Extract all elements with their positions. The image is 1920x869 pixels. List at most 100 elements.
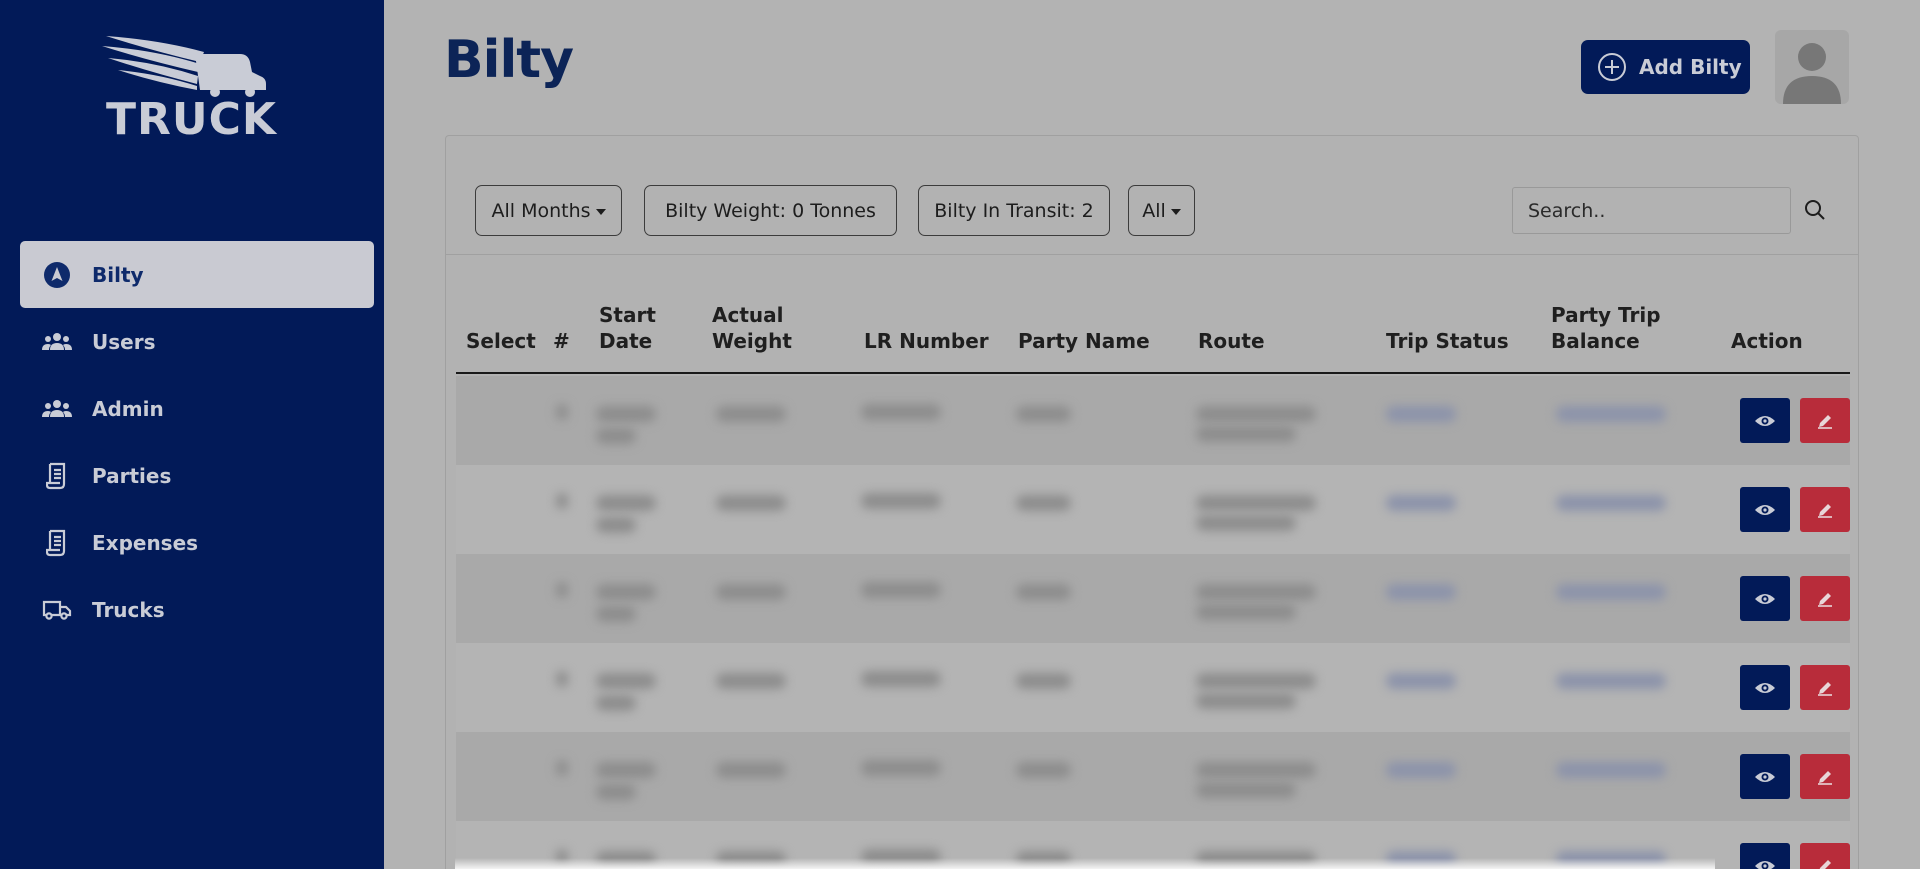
view-button[interactable] [1740, 665, 1790, 710]
bilty-in-transit-label: Bilty In Transit: 2 [934, 199, 1094, 222]
edit-button[interactable] [1800, 754, 1850, 799]
truck-logo-icon [102, 36, 266, 97]
col-actual-weight: Actual Weight [712, 303, 792, 353]
view-button[interactable] [1740, 576, 1790, 621]
month-filter-dropdown[interactable]: All Months [475, 185, 622, 236]
view-button[interactable] [1740, 398, 1790, 443]
redacted-cell [596, 762, 656, 778]
edit-button[interactable] [1800, 843, 1850, 869]
sidebar-item-label: Expenses [92, 530, 199, 555]
bilty-weight-label: Bilty Weight: 0 Tonnes [665, 199, 876, 222]
table-row[interactable] [456, 554, 1850, 643]
redacted-cell [716, 495, 786, 511]
redacted-cell [556, 760, 568, 776]
view-button[interactable] [1740, 843, 1790, 869]
edit-button[interactable] [1800, 576, 1850, 621]
redacted-cell [1196, 604, 1296, 620]
table-row[interactable] [456, 465, 1850, 554]
col-route: Route [1198, 329, 1265, 353]
redacted-cell [596, 406, 656, 422]
plus-circle-icon [1597, 52, 1627, 82]
table-row[interactable] [456, 376, 1850, 465]
filter-bar: All Months Bilty Weight: 0 Tonnes Bilty … [446, 136, 1858, 255]
page-title: Bilty [444, 30, 574, 90]
redacted-cell [861, 493, 941, 509]
caret-down-icon [595, 208, 606, 215]
table-row[interactable] [456, 732, 1850, 821]
search-icon[interactable] [1804, 199, 1826, 226]
redacted-cell [596, 784, 636, 800]
bottom-fade [455, 858, 1715, 869]
eye-icon [1755, 682, 1775, 693]
pencil-icon [1818, 681, 1832, 696]
eye-icon [1755, 593, 1775, 604]
redacted-cell [716, 762, 786, 778]
truck-logo[interactable]: TRUCK [100, 32, 290, 145]
document-icon [42, 461, 72, 491]
users-icon [42, 394, 72, 424]
sidebar-item-expenses[interactable]: Expenses [20, 509, 374, 576]
pencil-icon [1818, 770, 1832, 785]
col-number: # [553, 329, 570, 353]
eye-icon [1755, 771, 1775, 782]
redacted-cell [716, 406, 786, 422]
search-input[interactable] [1512, 187, 1791, 234]
pencil-icon [1818, 503, 1832, 518]
sidebar-item-label: Admin [92, 396, 164, 421]
redacted-cell [1196, 495, 1316, 511]
redacted-cell [861, 671, 941, 687]
redacted-cell [1196, 406, 1316, 422]
sidebar: TRUCK Bilty Users Admin Parties Expenses… [0, 0, 384, 869]
add-bilty-button[interactable]: Add Bilty [1581, 40, 1750, 94]
redacted-cell [1016, 673, 1071, 689]
redacted-cell [1556, 584, 1666, 600]
redacted-cell [556, 493, 568, 509]
redacted-cell [596, 695, 636, 711]
status-filter-dropdown[interactable]: All [1128, 185, 1195, 236]
sidebar-item-bilty[interactable]: Bilty [20, 241, 374, 308]
view-button[interactable] [1740, 754, 1790, 799]
col-trip-status: Trip Status [1386, 329, 1509, 353]
sidebar-item-trucks[interactable]: Trucks [20, 576, 374, 643]
redacted-cell [1556, 673, 1666, 689]
redacted-cell [596, 517, 636, 533]
table-row[interactable] [456, 643, 1850, 732]
sidebar-item-admin[interactable]: Admin [20, 375, 374, 442]
redacted-cell [1556, 406, 1666, 422]
redacted-cell [1016, 762, 1071, 778]
redacted-cell [1386, 762, 1456, 778]
eye-icon [1755, 860, 1775, 869]
edit-button[interactable] [1800, 398, 1850, 443]
view-button[interactable] [1740, 487, 1790, 532]
col-lr-number: LR Number [864, 329, 989, 353]
redacted-cell [556, 671, 568, 687]
sidebar-item-label: Bilty [92, 262, 144, 287]
eye-icon [1755, 415, 1775, 426]
edit-button[interactable] [1800, 665, 1850, 710]
user-avatar-icon [1783, 43, 1841, 104]
truck-icon [42, 595, 72, 625]
redacted-cell [596, 428, 636, 444]
redacted-cell [861, 582, 941, 598]
redacted-cell [1196, 762, 1316, 778]
redacted-cell [1386, 495, 1456, 511]
redacted-cell [596, 584, 656, 600]
redacted-cell [1386, 584, 1456, 600]
redacted-cell [1196, 584, 1316, 600]
pencil-icon [1818, 414, 1832, 429]
bilty-weight-badge: Bilty Weight: 0 Tonnes [644, 185, 897, 236]
sidebar-item-label: Trucks [92, 597, 165, 622]
table-header: Select # Start Date Actual Weight LR Num… [456, 291, 1850, 374]
col-select: Select [466, 329, 536, 353]
redacted-cell [1196, 673, 1316, 689]
sidebar-item-label: Parties [92, 463, 172, 488]
pencil-icon [1818, 592, 1832, 607]
redacted-cell [1196, 515, 1296, 531]
logo-text: TRUCK [106, 94, 278, 145]
sidebar-item-users[interactable]: Users [20, 308, 374, 375]
edit-button[interactable] [1800, 487, 1850, 532]
redacted-cell [1556, 762, 1666, 778]
sidebar-item-parties[interactable]: Parties [20, 442, 374, 509]
document-icon [42, 528, 72, 558]
avatar[interactable] [1775, 30, 1849, 104]
